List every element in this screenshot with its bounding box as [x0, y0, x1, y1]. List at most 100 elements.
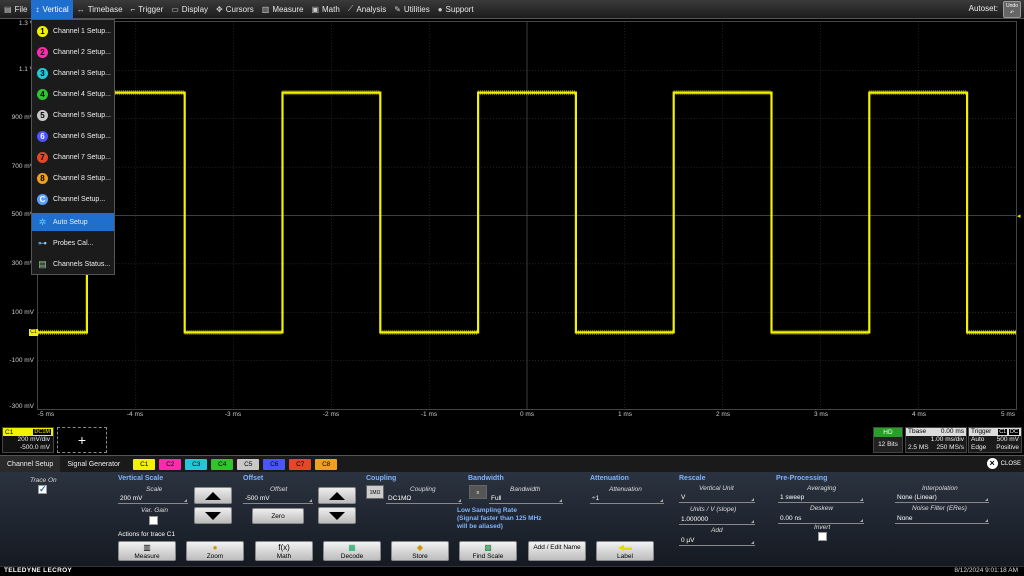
add-edit-name-button[interactable]: Add / Edit Name: [528, 541, 586, 561]
tab-c1[interactable]: C1: [133, 458, 156, 470]
units-slope-field[interactable]: 1.000000: [679, 515, 755, 525]
up-arrow-icon: [329, 491, 345, 500]
zoom-icon: ●: [212, 543, 218, 552]
menu-math[interactable]: ▣ Math: [307, 0, 343, 19]
y-label: 300 mV: [11, 260, 34, 267]
menu-trigger[interactable]: ⌐ Trigger: [127, 0, 168, 19]
menu-channel-1-setup[interactable]: 1 Channel 1 Setup...: [32, 22, 114, 40]
menu-measure[interactable]: ▥ Measure: [258, 0, 308, 19]
scale-down-button[interactable]: [194, 507, 232, 524]
interpolation-field[interactable]: None (Linear): [895, 493, 989, 503]
status-bar: [0, 566, 1024, 576]
label-action-button[interactable]: ◀▬ Label: [596, 541, 654, 561]
y-label: 700 mV: [11, 163, 34, 170]
tab-c3[interactable]: C3: [185, 458, 208, 470]
find-scale-icon: ▩: [484, 543, 492, 552]
noise-filter-field[interactable]: None: [895, 514, 989, 524]
scale-up-button[interactable]: [194, 487, 232, 504]
menu-channel-6-setup[interactable]: 6 Channel 6 Setup...: [32, 127, 114, 145]
menu-vertical[interactable]: ↕ Vertical: [31, 0, 73, 19]
waveform-grid[interactable]: [37, 21, 1017, 410]
x-label: -3 ms: [224, 411, 242, 418]
menu-channel-8-setup[interactable]: 8 Channel 8 Setup...: [32, 169, 114, 187]
undo-button[interactable]: Undo ↶: [1003, 1, 1021, 18]
trigger-icon: ⌐: [130, 4, 136, 14]
y-label: -100 mV: [9, 357, 34, 364]
tab-c4[interactable]: C4: [211, 458, 234, 470]
vertical-dropdown-menu: 1 Channel 1 Setup... 2 Channel 2 Setup... …: [31, 19, 115, 275]
timebase-icon: ↔: [76, 4, 85, 14]
offset-up-button[interactable]: [318, 487, 356, 504]
channel-1-ground-marker: C1: [29, 329, 38, 336]
menu-timebase[interactable]: ↔ Timebase: [73, 0, 127, 19]
menu-channel-7-setup[interactable]: 7 Channel 7 Setup...: [32, 148, 114, 166]
y-label: 1.1 V: [18, 66, 34, 73]
resolution-descriptor[interactable]: HD 12 Bits: [873, 427, 903, 453]
channel-1-descriptor[interactable]: C1 DC1M 200 mV/div -500.0 mV: [2, 427, 54, 453]
channel-7-icon: 7: [37, 151, 48, 163]
timebase-descriptor[interactable]: Tbase 0.00 ms 1.00 ms/div 2.5 MS 250 MS/s: [905, 427, 967, 453]
measure-icon: ▥: [261, 4, 270, 14]
offset-field[interactable]: -500 mV: [243, 494, 313, 504]
menu-channel-5-setup[interactable]: 5 Channel 5 Setup...: [32, 106, 114, 124]
deskew-field[interactable]: 0.00 ns: [778, 514, 864, 524]
channel-1-icon: 1: [37, 25, 48, 37]
math-fx-icon: f(x): [278, 543, 290, 552]
menu-channels-status[interactable]: ▤ Channels Status...: [32, 255, 114, 273]
trace-on-checkbox[interactable]: [38, 484, 47, 495]
decode-action-button[interactable]: ▦ Decode: [323, 541, 381, 561]
y-label: 1.3 V: [18, 20, 34, 27]
invert-checkbox[interactable]: [818, 532, 827, 541]
trigger-descriptor[interactable]: Trigger C1 DC Auto 500 mV Edge Positive: [968, 427, 1022, 453]
deskew-label: Deskew: [810, 505, 834, 512]
menu-channel-3-setup[interactable]: 3 Channel 3 Setup...: [32, 64, 114, 82]
add-field[interactable]: 0 µV: [679, 536, 755, 546]
tab-c5[interactable]: C5: [237, 458, 260, 470]
menu-analysis[interactable]: ⟋ Analysis: [344, 0, 390, 19]
attenuation-header: Attenuation: [590, 475, 629, 482]
vertical-unit-field[interactable]: V: [679, 493, 755, 503]
trace-on-label: Trace On: [30, 477, 57, 484]
add-trace-button[interactable]: +: [57, 427, 107, 453]
menu-auto-setup[interactable]: ✲ Auto Setup: [32, 213, 114, 231]
tab-channel-setup[interactable]: Channel Setup: [0, 455, 61, 473]
menu-channel-4-setup[interactable]: 4 Channel 4 Setup...: [32, 85, 114, 103]
tab-signal-generator[interactable]: Signal Generator: [60, 456, 127, 473]
x-label: 2 ms: [715, 411, 731, 418]
zero-offset-button[interactable]: Zero: [252, 508, 304, 524]
menu-probes-cal[interactable]: ⊶ Probes Cal...: [32, 234, 114, 252]
menu-support[interactable]: ● Support: [434, 0, 478, 19]
find-scale-action-button[interactable]: ▩ Find Scale: [459, 541, 517, 561]
channel-offset: -500.0 mV: [20, 444, 50, 451]
tab-c7[interactable]: C7: [289, 458, 312, 470]
measure-action-button[interactable]: ▥ Measure: [118, 541, 176, 561]
offset-down-button[interactable]: [318, 507, 356, 524]
menu-file[interactable]: ▤ File: [0, 0, 31, 19]
zoom-action-button[interactable]: ● Zoom: [186, 541, 244, 561]
coupling-field[interactable]: DC1MΩ: [386, 494, 462, 504]
menu-cursors[interactable]: ✥ Cursors: [212, 0, 258, 19]
tab-c2[interactable]: C2: [159, 458, 182, 470]
menu-channel-2-setup[interactable]: 2 Channel 2 Setup...: [32, 43, 114, 61]
low-sampling-note-detail: (Signal faster than 125 MHz: [457, 515, 542, 522]
averaging-field[interactable]: 1 sweep: [778, 493, 864, 503]
invert-label: Invert: [814, 524, 831, 531]
close-button[interactable]: × CLOSE: [986, 458, 1021, 469]
bandwidth-icon: ≡: [469, 485, 487, 499]
math-action-button[interactable]: f(x) Math: [255, 541, 313, 561]
math-icon: ▣: [311, 4, 319, 14]
x-label: -5 ms: [37, 411, 55, 418]
tab-c8[interactable]: C8: [315, 458, 338, 470]
bandwidth-field[interactable]: Full: [489, 494, 563, 504]
var-gain-checkbox[interactable]: [149, 516, 158, 525]
trigger-level-marker: ◂: [1017, 213, 1021, 220]
scale-field[interactable]: 200 mV: [118, 494, 188, 504]
y-label: -300 mV: [9, 403, 34, 410]
menu-channel-setup[interactable]: C Channel Setup...: [32, 190, 114, 208]
store-action-button[interactable]: ◆ Store: [391, 541, 449, 561]
attenuation-label: Attenuation: [609, 486, 642, 493]
menu-display[interactable]: ▭ Display: [167, 0, 212, 19]
attenuation-field[interactable]: ÷1: [590, 494, 664, 504]
tab-c6[interactable]: C6: [263, 458, 286, 470]
menu-utilities[interactable]: ✎ Utilities: [390, 0, 433, 19]
